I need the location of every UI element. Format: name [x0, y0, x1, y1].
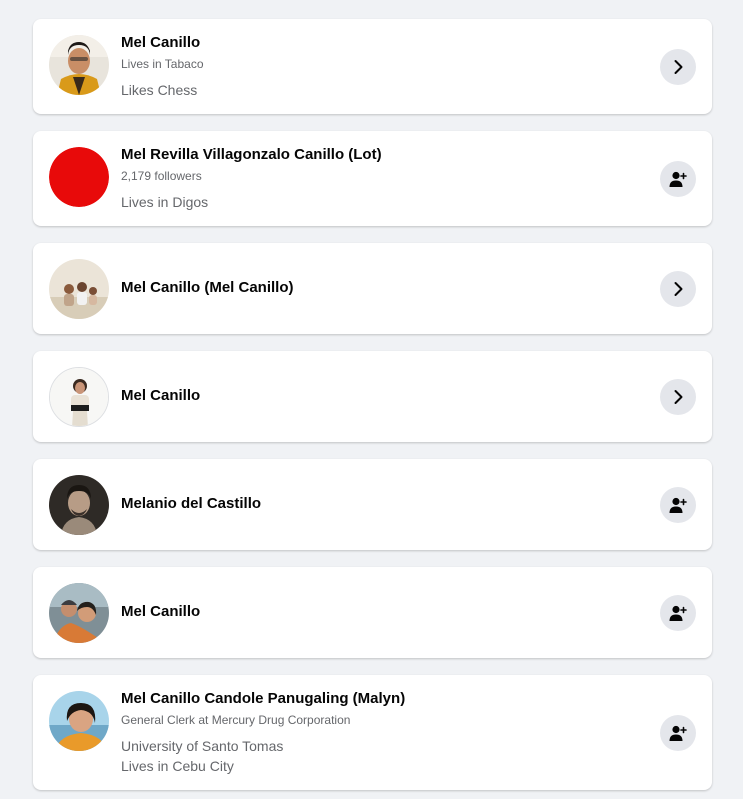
add-friend-icon [669, 171, 687, 187]
result-card[interactable]: Mel Canillo [33, 351, 712, 442]
result-name[interactable]: Mel Revilla Villagonzalo Canillo (Lot) [121, 145, 642, 165]
add-friend-button[interactable] [660, 595, 696, 631]
avatar[interactable] [49, 691, 109, 751]
add-friend-button[interactable] [660, 161, 696, 197]
result-detail: Likes Chess [121, 82, 198, 98]
avatar[interactable] [49, 367, 109, 427]
result-card[interactable]: Mel Canillo (Mel Canillo) [33, 243, 712, 334]
avatar[interactable] [49, 259, 109, 319]
result-card[interactable]: Mel Revilla Villagonzalo Canillo (Lot) 2… [33, 131, 712, 226]
chevron-right-icon [674, 282, 683, 296]
add-friend-icon [669, 725, 687, 741]
add-friend-icon [669, 497, 687, 513]
result-detail: Lives in Cebu City [121, 758, 234, 774]
avatar[interactable] [49, 583, 109, 643]
avatar[interactable] [49, 147, 109, 207]
result-name[interactable]: Mel Canillo [121, 33, 642, 53]
result-name[interactable]: Mel Canillo Candole Panugaling (Malyn) [121, 689, 642, 709]
add-friend-button[interactable] [660, 715, 696, 751]
result-detail: University of Santo Tomas [121, 738, 284, 754]
result-name[interactable]: Mel Canillo [121, 386, 642, 406]
avatar[interactable] [49, 35, 109, 95]
result-card[interactable]: Melanio del Castillo [33, 459, 712, 550]
chevron-right-icon [674, 60, 683, 74]
chevron-right-icon [674, 390, 683, 404]
result-detail: Lives in Digos [121, 194, 209, 210]
result-card[interactable]: Mel Canillo [33, 567, 712, 658]
result-card[interactable]: Mel Canillo Lives in Tabaco Likes Chess [33, 19, 712, 114]
add-friend-button[interactable] [660, 487, 696, 523]
view-profile-button[interactable] [660, 49, 696, 85]
result-subtitle: Lives in Tabaco [121, 57, 204, 71]
result-name[interactable]: Mel Canillo (Mel Canillo) [121, 278, 642, 298]
result-subtitle: 2,179 followers [121, 169, 202, 183]
result-card[interactable]: Mel Canillo Candole Panugaling (Malyn) G… [33, 675, 712, 790]
view-profile-button[interactable] [660, 379, 696, 415]
search-results-list: Mel Canillo Lives in Tabaco Likes Chess … [0, 0, 743, 799]
result-name[interactable]: Melanio del Castillo [121, 494, 642, 514]
view-profile-button[interactable] [660, 271, 696, 307]
result-name[interactable]: Mel Canillo [121, 602, 642, 622]
result-subtitle: General Clerk at Mercury Drug Corporatio… [121, 713, 351, 727]
add-friend-icon [669, 605, 687, 621]
avatar[interactable] [49, 475, 109, 535]
